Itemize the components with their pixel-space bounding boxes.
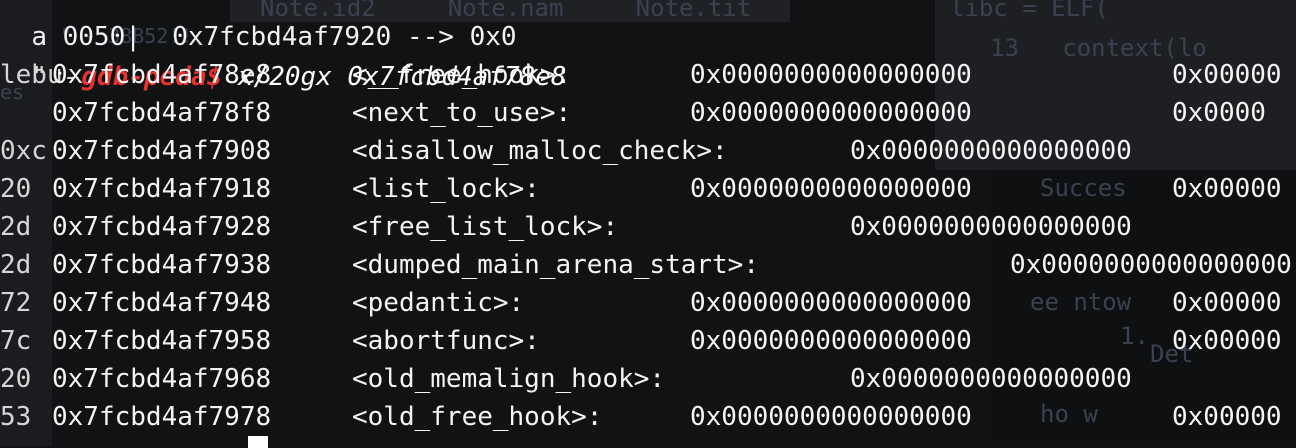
memory-value: 0x0000: [1172, 98, 1266, 128]
memory-value: 0x0000000000000000: [850, 364, 1132, 394]
gutter-text: 0xc: [0, 136, 47, 166]
gutter-text: lebu: [0, 60, 63, 90]
memory-address: 0x7fcbd4af7938: [52, 250, 272, 280]
memory-value: 0x0000000000000000: [1010, 250, 1292, 280]
memory-value: 0x00000: [1172, 326, 1282, 356]
gutter-text: 2d: [0, 212, 32, 242]
memory-address: 0x7fcbd4af7918: [52, 174, 272, 204]
memory-value: 0x00000: [1172, 402, 1282, 432]
memory-value: 0x0000000000000000: [690, 98, 972, 128]
symbol-name: <__free_hook>:: [352, 60, 572, 90]
symbol-name: <old_memalign_hook>:: [352, 364, 666, 394]
symbol-name: <abortfunc>:: [352, 326, 540, 356]
memory-value: 0x0000000000000000: [850, 212, 1132, 242]
gutter-text: 20: [0, 174, 32, 204]
memory-value: 0x0000000000000000: [850, 136, 1132, 166]
memory-value: 0x0000000000000000: [690, 326, 972, 356]
symbol-name: <dumped_main_arena_start>:: [352, 250, 759, 280]
terminal-previous-line: a 0050| 0x7fcbd4af7920 --> 0x0: [0, 0, 516, 52]
gutter-text: 2d: [0, 250, 32, 280]
terminal-cursor: [248, 436, 268, 448]
symbol-name: <old_free_hook>:: [352, 402, 603, 432]
symbol-name: <free_list_lock>:: [352, 212, 619, 242]
memory-value: 0x0000000000000000: [690, 60, 972, 90]
background-text-fragment: Succes: [1040, 174, 1127, 202]
memory-address: 0x7fcbd4af7958: [52, 326, 272, 356]
memory-address: 0x7fcbd4af78f8: [52, 98, 272, 128]
memory-address: 0x7fcbd4af7948: [52, 288, 272, 318]
memory-address: 0x7fcbd4af7978: [52, 402, 272, 432]
memory-address: 0x7fcbd4af78e8: [52, 60, 272, 90]
symbol-name: <pedantic>:: [352, 288, 525, 318]
symbol-name: <list_lock>:: [352, 174, 540, 204]
background-editor-code-line: libc = ELF(: [950, 0, 1109, 22]
memory-value: 0x00000: [1172, 60, 1282, 90]
background-text-fragment: ee ntow: [1030, 288, 1132, 316]
background-text-fragment: 1.: [1120, 322, 1149, 350]
background-text-fragment: ho w: [1040, 400, 1098, 428]
memory-address: 0x7fcbd4af7908: [52, 136, 272, 166]
memory-value: 0x0000000000000000: [690, 402, 972, 432]
memory-value: 0x0000000000000000: [690, 288, 972, 318]
gdb-command-line: " - gdb-peda$ x/20gx 0x7fcbd4af78e8: [0, 20, 566, 92]
gutter-text: 20: [0, 364, 32, 394]
memory-value: 0x0000000000000000: [690, 174, 972, 204]
symbol-name: <next_to_use>:: [352, 98, 572, 128]
memory-value: 0x00000: [1172, 174, 1282, 204]
gutter-text: 72: [0, 288, 32, 318]
memory-address: 0x7fcbd4af7928: [52, 212, 272, 242]
memory-address: 0x7fcbd4af7968: [52, 364, 272, 394]
gutter-text: 7c: [0, 326, 32, 356]
memory-value: 0x00000: [1172, 288, 1282, 318]
symbol-name: <disallow_malloc_check>:: [352, 136, 728, 166]
gutter-text: 53: [0, 402, 32, 432]
